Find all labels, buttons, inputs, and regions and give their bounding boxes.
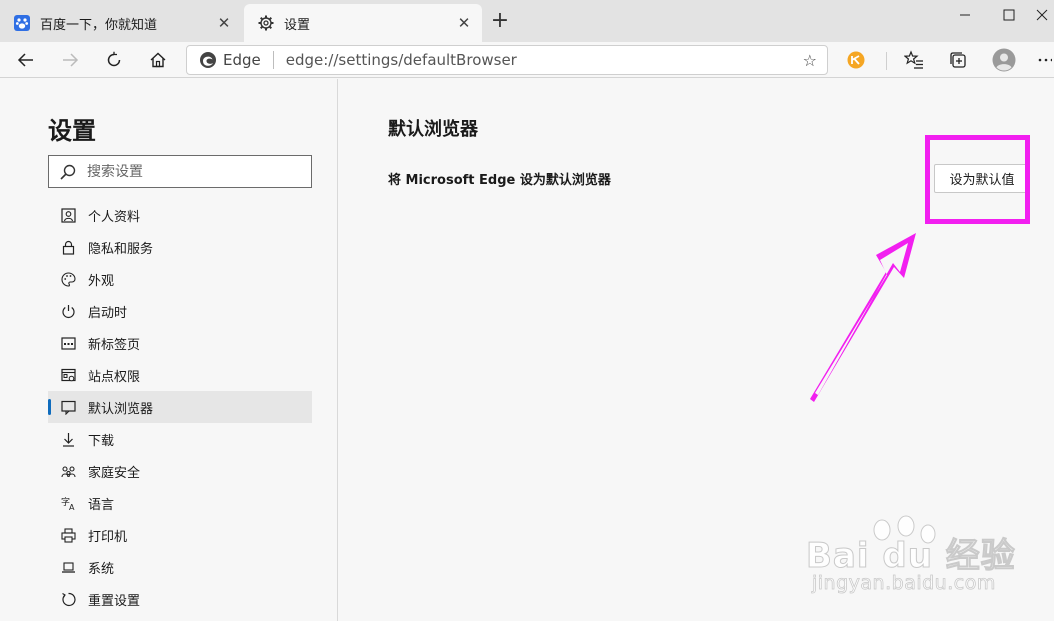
watermark-brand: Bai du 经验 [806, 536, 1016, 577]
sidebar-item-appearance[interactable]: 外观 [48, 263, 312, 295]
baidu-paw-icon [14, 15, 30, 31]
sidebar-item-label: 默认浏览器 [88, 401, 154, 417]
default-browser-setting-label: 将 Microsoft Edge 设为默认浏览器 [388, 173, 611, 188]
address-divider [272, 51, 274, 69]
tab-strip: 百度一下，你就知道 ✕ 设置 ✕ + [0, 0, 1054, 42]
language-icon: 字A [60, 495, 76, 511]
laptop-icon [60, 559, 76, 575]
default-browser-icon [60, 399, 76, 415]
collections-icon[interactable] [944, 46, 972, 74]
sidebar-item-profile[interactable]: 个人资料 [48, 199, 312, 231]
sidebar-item-site-permissions[interactable]: 站点权限 [48, 359, 312, 391]
sidebar-item-reset[interactable]: 重置设置 [48, 583, 312, 615]
sidebar-item-label: 启动时 [88, 305, 128, 321]
tab-baidu[interactable]: 百度一下，你就知道 ✕ [0, 4, 242, 42]
power-icon [60, 303, 76, 319]
search-input[interactable] [87, 163, 287, 180]
sidebar-item-downloads[interactable]: 下载 [48, 423, 312, 455]
new-tab-icon [60, 335, 76, 351]
svg-text:A: A [69, 503, 75, 511]
edge-logo-icon [200, 52, 216, 68]
sidebar-item-languages[interactable]: 字A 语言 [48, 487, 312, 519]
url-text[interactable]: edge://settings/defaultBrowser [286, 51, 803, 69]
sidebar-item-label: 下载 [88, 433, 115, 449]
browser-window: 百度一下，你就知道 ✕ 设置 ✕ + Edge edge://settings/… [0, 0, 1054, 621]
extension-icon[interactable] [842, 46, 870, 74]
sidebar-item-label: 打印机 [88, 529, 128, 545]
site-name: Edge [223, 51, 261, 69]
printer-icon [60, 527, 76, 543]
favorites-list-icon[interactable] [900, 46, 928, 74]
sidebar-item-label: 家庭安全 [88, 465, 141, 481]
sidebar-item-label: 隐私和服务 [88, 241, 154, 257]
page-title: 默认浏览器 [388, 119, 478, 140]
settings-nav: 个人资料 隐私和服务 外观 启动时 新标签页 站点权限 默认浏览器 下载 家庭安… [48, 199, 312, 615]
refresh-icon[interactable] [100, 46, 128, 74]
sidebar-item-label: 语言 [88, 497, 115, 513]
favorite-star-icon[interactable]: ☆ [803, 51, 817, 70]
watermark-url: jingyan.baidu.com [812, 572, 996, 595]
sidebar-item-default-browser[interactable]: 默认浏览器 [48, 391, 312, 423]
sidebar-item-new-tab[interactable]: 新标签页 [48, 327, 312, 359]
sidebar-item-startup[interactable]: 启动时 [48, 295, 312, 327]
sidebar-item-printers[interactable]: 打印机 [48, 519, 312, 551]
close-tab-icon[interactable]: ✕ [216, 14, 232, 32]
lock-icon [60, 239, 76, 255]
annotation-arrow-icon [810, 233, 916, 402]
family-icon [60, 463, 76, 479]
window-close-icon[interactable] [1030, 0, 1054, 30]
tab-title: 百度一下，你就知道 [40, 17, 158, 33]
forward-arrow-icon[interactable] [56, 46, 84, 74]
sidebar-item-label: 重置设置 [88, 593, 141, 609]
minimize-icon[interactable] [942, 0, 988, 30]
gear-icon [258, 15, 274, 31]
sidebar-item-privacy[interactable]: 隐私和服务 [48, 231, 312, 263]
tab-settings[interactable]: 设置 ✕ [244, 4, 482, 42]
toolbar-divider [886, 52, 887, 70]
annotation-highlight-box [925, 135, 1030, 224]
sidebar-item-family[interactable]: 家庭安全 [48, 455, 312, 487]
home-icon[interactable] [144, 46, 172, 74]
sidebar-item-label: 新标签页 [88, 337, 141, 353]
back-arrow-icon[interactable] [12, 46, 40, 74]
sidebar-item-label: 站点权限 [88, 369, 141, 385]
search-icon [60, 164, 76, 180]
palette-icon [60, 271, 76, 287]
sidebar-item-label: 个人资料 [88, 209, 141, 225]
reset-icon [60, 591, 76, 607]
sidebar-item-system[interactable]: 系统 [48, 551, 312, 583]
settings-sidebar: 设置 个人资料 隐私和服务 外观 [0, 79, 338, 621]
sidebar-title: 设置 [48, 117, 96, 145]
site-permissions-icon [60, 367, 76, 383]
profile-icon [60, 207, 76, 223]
address-bar[interactable]: Edge edge://settings/defaultBrowser ☆ [186, 45, 828, 75]
search-settings-field[interactable] [48, 155, 312, 188]
new-tab-plus-icon[interactable]: + [488, 10, 512, 34]
sidebar-item-label: 系统 [88, 561, 115, 577]
profile-avatar-icon[interactable] [990, 46, 1018, 74]
toolbar: Edge edge://settings/defaultBrowser ☆ [0, 42, 1054, 78]
sidebar-item-label: 外观 [88, 273, 115, 289]
more-menu-icon[interactable] [1034, 46, 1054, 74]
download-icon [60, 431, 76, 447]
maximize-icon[interactable] [986, 0, 1032, 30]
tab-title: 设置 [284, 17, 311, 33]
close-tab-icon[interactable]: ✕ [456, 14, 472, 32]
